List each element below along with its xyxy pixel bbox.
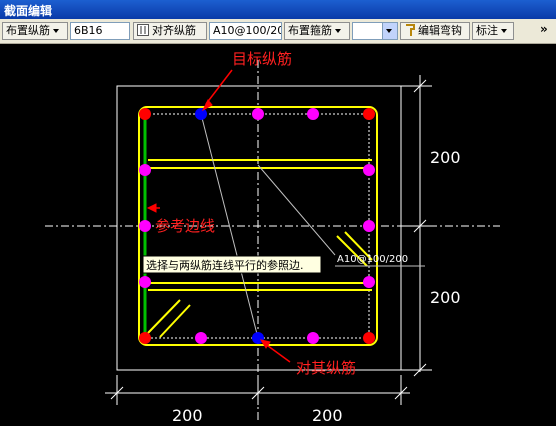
window-title: 截面编辑 (4, 4, 53, 18)
arrowhead-reference (146, 203, 157, 213)
side-rebar[interactable] (139, 164, 151, 176)
annotation-reference-edge: 参考边线 (155, 217, 215, 235)
hook-line-bl2 (159, 304, 191, 338)
side-rebar[interactable] (195, 332, 207, 344)
hook-icon (406, 24, 415, 36)
dim-bottom-left: 200 (172, 406, 203, 422)
dim-right-top: 200 (430, 148, 461, 167)
edit-hook-label: 编辑弯钩 (418, 24, 462, 37)
stirrup-label: A10@100/200 (337, 254, 408, 265)
arrowhead-target (201, 99, 213, 112)
toolbar: 布置纵筋 6B16 对齐纵筋 A10@100/200 布置箍筋 编辑弯钩 标注 … (0, 19, 556, 44)
rebar-layout-dropdown[interactable]: 布置纵筋 (2, 22, 68, 40)
section-edit-window: 截面编辑 布置纵筋 6B16 对齐纵筋 A10@100/200 布置箍筋 编辑弯… (0, 0, 556, 425)
corner-rebar[interactable] (139, 108, 151, 120)
annotation-align-rebar: 对其纵筋 (296, 359, 356, 377)
side-rebar[interactable] (139, 220, 151, 232)
dim-bottom-right: 200 (312, 406, 343, 422)
chevron-down-icon (335, 29, 341, 33)
side-rebar[interactable] (307, 108, 319, 120)
corner-rebar[interactable] (139, 332, 151, 344)
rebar-spec-input[interactable]: 6B16 (70, 22, 130, 40)
side-rebar[interactable] (363, 276, 375, 288)
align-rebar-button[interactable]: 对齐纵筋 (133, 22, 207, 40)
chevron-down-icon (501, 29, 507, 33)
title-bar: 截面编辑 (0, 0, 556, 19)
dim-right-bottom: 200 (430, 288, 461, 307)
align-rebar-label: 对齐纵筋 (152, 24, 196, 37)
annotate-label: 标注 (476, 24, 498, 37)
annotate-dropdown[interactable]: 标注 (472, 22, 514, 40)
arrow-target-rebar (205, 69, 233, 105)
target-rebar-selected[interactable] (195, 108, 207, 120)
empty-combo[interactable] (352, 22, 398, 40)
chevron-down-icon (53, 29, 59, 33)
side-rebar[interactable] (139, 276, 151, 288)
side-rebar[interactable] (363, 164, 375, 176)
stirrup-spec-input[interactable]: A10@100/200 (209, 22, 282, 40)
drawing-canvas[interactable]: 200 200 200 200 A10@100/200 目标纵筋 参考边线 对其… (0, 44, 556, 425)
chevron-down-icon (386, 29, 392, 33)
right-dimension (401, 75, 432, 377)
guide-line-pointer (257, 164, 336, 256)
side-rebar[interactable] (363, 220, 375, 232)
tooltip-text: 选择与两纵筋连线平行的参照边. (146, 258, 304, 272)
bottom-dimension (105, 375, 410, 405)
stirrup-layout-dropdown[interactable]: 布置箍筋 (284, 22, 350, 40)
align-icon (137, 24, 149, 36)
side-rebar[interactable] (252, 108, 264, 120)
section-drawing[interactable]: 200 200 200 200 A10@100/200 目标纵筋 参考边线 对其… (0, 44, 556, 425)
rebar-layout-label: 布置纵筋 (6, 24, 50, 37)
toolbar-overflow-button[interactable]: » (540, 22, 548, 36)
edit-hook-button[interactable]: 编辑弯钩 (400, 22, 470, 40)
combo-dropdown-button[interactable] (382, 23, 397, 39)
annotation-target-rebar: 目标纵筋 (232, 50, 292, 68)
corner-rebar[interactable] (363, 332, 375, 344)
side-rebar[interactable] (307, 332, 319, 344)
hook-line-bl1 (147, 299, 181, 334)
corner-rebar[interactable] (363, 108, 375, 120)
stirrup-layout-label: 布置箍筋 (288, 24, 332, 37)
